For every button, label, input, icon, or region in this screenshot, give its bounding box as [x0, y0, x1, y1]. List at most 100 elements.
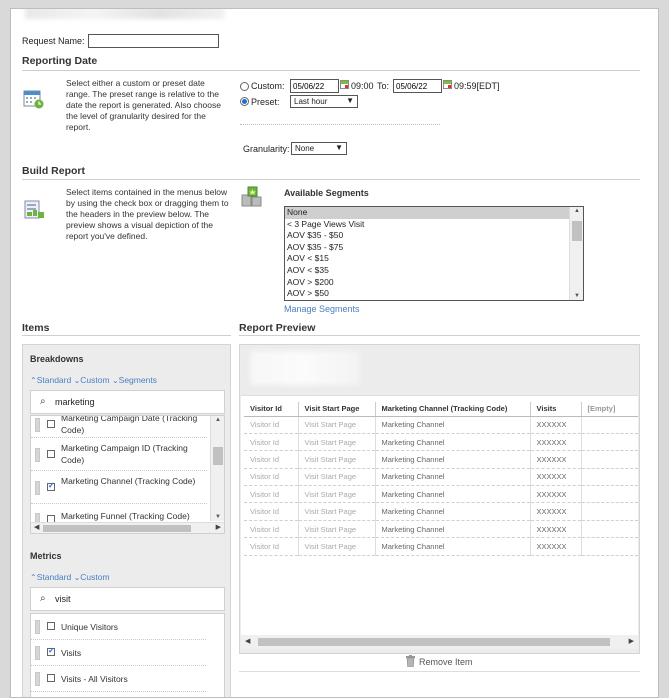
blurred-window-title — [25, 9, 225, 19]
breakdowns-search[interactable]: ⌕ marketing — [30, 390, 225, 414]
column-header[interactable]: Visitor Id — [244, 402, 299, 417]
table-cell — [581, 450, 638, 469]
tab-segments[interactable]: Segments — [119, 375, 157, 385]
checkbox-checked[interactable] — [47, 481, 55, 491]
checkbox[interactable] — [47, 622, 55, 630]
segment-option[interactable]: AOV < $35 — [285, 265, 583, 277]
blurred-preview-header — [250, 351, 360, 385]
list-item[interactable]: Marketing Campaign Date (Tracking Code) — [31, 415, 207, 438]
remove-item-button[interactable]: Remove Item — [419, 657, 473, 667]
scroll-up-icon[interactable]: ▲ — [211, 417, 224, 423]
request-name-input[interactable] — [88, 34, 219, 48]
preview-hscroll[interactable]: ◀ ▶ — [241, 635, 638, 649]
segment-option[interactable]: None — [285, 207, 583, 219]
table-row: Visitor Id Visit Start Page Marketing Ch… — [244, 502, 638, 521]
column-header[interactable]: Visits — [530, 402, 582, 417]
tab-standard[interactable]: Standard — [37, 572, 72, 582]
scroll-left-icon[interactable]: ◀ — [245, 637, 250, 645]
calendar-picker-icon[interactable] — [340, 80, 349, 89]
table-cell: XXXXXX — [530, 468, 582, 487]
metrics-tabs: ⌃Standard ⌄Custom — [30, 572, 110, 582]
custom-radio[interactable] — [240, 82, 249, 91]
segments-listbox[interactable]: None < 3 Page Views Visit AOV $35 - $50 … — [284, 206, 584, 301]
scroll-down-icon[interactable]: ▼ — [211, 514, 224, 520]
scroll-thumb[interactable] — [572, 221, 582, 241]
table-cell: Visit Start Page — [298, 502, 376, 521]
breakdowns-list[interactable]: Marketing Campaign Date (Tracking Code) … — [30, 415, 225, 534]
tab-custom[interactable]: Custom — [80, 572, 109, 582]
breakdowns-vscroll[interactable]: ▲ ▼ — [210, 416, 224, 521]
table-cell: Visitor Id — [244, 502, 299, 521]
segment-option[interactable]: < 3 Page Views Visit — [285, 219, 583, 231]
checkbox[interactable] — [47, 674, 55, 682]
table-cell: Marketing Channel — [375, 520, 531, 539]
report-builder-window: Request Name: Reporting Date Select eith… — [10, 8, 659, 698]
table-cell: Marketing Channel — [375, 468, 531, 487]
tab-custom[interactable]: Custom — [80, 375, 109, 385]
scroll-up-icon[interactable]: ▲ — [570, 208, 583, 214]
metrics-search-value[interactable]: visit — [55, 594, 71, 604]
metrics-title: Metrics — [30, 551, 62, 561]
report-preview-title: Report Preview — [239, 322, 316, 334]
scroll-thumb[interactable] — [213, 447, 223, 465]
scroll-right-icon[interactable]: ▶ — [629, 637, 634, 645]
drag-handle-icon[interactable] — [35, 620, 40, 634]
table-row: Visitor Id Visit Start Page Marketing Ch… — [244, 520, 638, 539]
calendar-picker-icon[interactable] — [443, 80, 452, 89]
column-header[interactable]: Visit Start Page — [298, 402, 376, 417]
column-header-empty[interactable]: [Empty] — [581, 402, 638, 417]
list-item-label: Visits - All Visitors — [61, 674, 128, 684]
drag-handle-icon[interactable] — [35, 448, 40, 462]
list-item-label: Marketing Campaign Date (Tracking Code) — [61, 415, 198, 435]
granularity-select-value: None — [295, 144, 315, 153]
table-cell — [581, 537, 638, 556]
drag-handle-icon[interactable] — [35, 672, 40, 686]
preset-radio[interactable] — [240, 97, 249, 106]
checkbox-checked[interactable] — [47, 646, 55, 656]
segment-option[interactable]: AOV $35 - $50 — [285, 230, 583, 242]
items-panel: Breakdowns ⌃Standard ⌄Custom ⌄Segments ⌕… — [22, 344, 231, 697]
segment-option[interactable]: AOV > $50 — [285, 288, 583, 300]
scroll-left-icon[interactable]: ◀ — [34, 523, 39, 531]
list-item[interactable]: Unique Visitors — [31, 614, 206, 640]
custom-to-time: 09:59[EDT] — [454, 81, 500, 91]
list-item[interactable]: Marketing Campaign ID (Tracking Code) — [31, 439, 207, 471]
segment-option[interactable]: AOV > $200 — [285, 277, 583, 289]
list-item-label: Visits — [61, 648, 82, 658]
tab-standard[interactable]: Standard — [37, 375, 72, 385]
breakdowns-search-value[interactable]: marketing — [55, 397, 95, 407]
granularity-select[interactable]: None ▼ — [291, 142, 347, 155]
checkbox[interactable] — [47, 420, 55, 428]
table-cell: Visit Start Page — [298, 433, 376, 452]
preset-select[interactable]: Last hour ▼ — [290, 95, 358, 108]
drag-handle-icon[interactable] — [35, 481, 40, 495]
search-icon: ⌕ — [40, 396, 46, 407]
divider — [22, 70, 640, 71]
custom-from-time: 09:00 — [351, 81, 374, 91]
manage-segments-link[interactable]: Manage Segments — [284, 304, 360, 314]
segment-option[interactable]: AOV $35 - $75 — [285, 242, 583, 254]
segments-scrollbar[interactable]: ▲ ▼ — [569, 207, 583, 300]
divider — [22, 179, 640, 180]
custom-from-date-input[interactable] — [290, 79, 339, 93]
breakdowns-hscroll[interactable]: ◀ ▶ — [31, 522, 224, 533]
column-header[interactable]: Marketing Channel (Tracking Code) — [375, 402, 531, 417]
scroll-thumb[interactable] — [43, 525, 191, 532]
drag-handle-icon[interactable] — [35, 646, 40, 660]
segment-option[interactable]: AOV < $15 — [285, 253, 583, 265]
metrics-search[interactable]: ⌕ visit — [30, 587, 225, 611]
scroll-right-icon[interactable]: ▶ — [216, 523, 221, 531]
list-item[interactable]: Visits — [31, 640, 206, 666]
metrics-list[interactable]: Unique Visitors Visits Visits - All Visi… — [30, 613, 225, 697]
checkbox[interactable] — [47, 450, 55, 458]
scroll-thumb[interactable] — [258, 638, 610, 646]
list-item[interactable]: Visits - All Visitors — [31, 666, 206, 692]
chevron-down-icon: ▼ — [335, 143, 343, 152]
chevron-down-icon: ▼ — [346, 96, 354, 105]
trash-icon[interactable] — [405, 655, 416, 668]
scroll-down-icon[interactable]: ▼ — [570, 293, 583, 299]
drag-handle-icon[interactable] — [35, 418, 40, 432]
list-item[interactable]: Marketing Channel (Tracking Code) — [31, 472, 207, 504]
custom-to-date-input[interactable] — [393, 79, 442, 93]
list-item-label: Marketing Campaign ID (Tracking Code) — [61, 443, 188, 465]
